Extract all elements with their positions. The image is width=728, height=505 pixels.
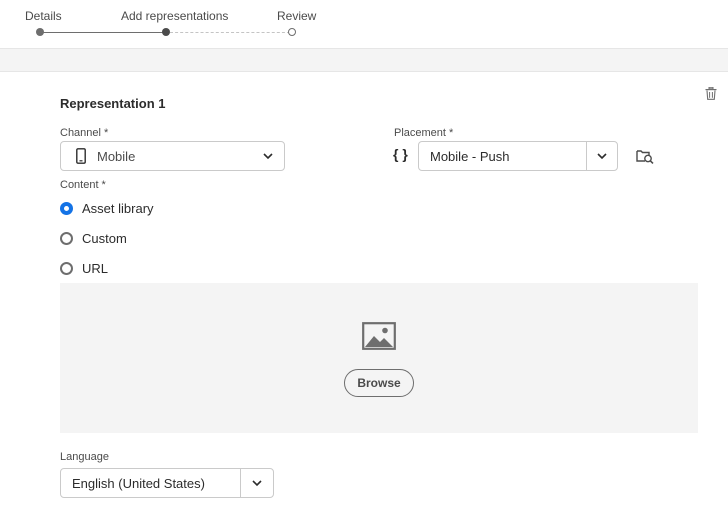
placement-value: Mobile - Push [430,149,510,164]
placement-braces-glyph: { } [393,146,408,162]
radio-label: Asset library [82,200,154,216]
stepper: Details Add representations Review [0,0,728,48]
placement-picker[interactable]: Mobile - Push [418,141,618,171]
folder-search-icon[interactable] [636,148,654,164]
step-details-label[interactable]: Details [25,9,62,23]
language-label: Language [60,451,109,463]
chevron-down-icon[interactable] [252,479,262,487]
chevron-down-icon[interactable] [597,152,607,160]
mobile-phone-icon [76,148,86,164]
step-details-marker [36,28,44,36]
step-remaining-line [170,32,290,33]
asset-dropzone: Browse [60,283,698,433]
placement-picker-divider [586,142,587,170]
radio-url[interactable]: URL [60,259,108,277]
content-label: Content * [60,179,106,191]
representation-title: Representation 1 [60,96,166,111]
placement-required-mark: * [448,127,454,139]
step-add-representations-label[interactable]: Add representations [121,9,228,23]
radio-button-checked[interactable] [60,201,73,215]
image-icon [362,322,396,350]
step-review-marker [288,28,296,36]
channel-required-mark: * [103,127,109,139]
radio-button[interactable] [60,261,73,275]
content-label-text: Content [60,179,99,191]
language-picker[interactable]: English (United States) [60,468,274,498]
content-required-mark: * [101,179,106,191]
channel-label-text: Channel [60,127,101,139]
trash-icon[interactable] [705,87,717,100]
chevron-down-icon [263,153,273,160]
step-review-label[interactable]: Review [277,9,316,23]
browse-button[interactable]: Browse [344,369,414,397]
step-add-representations-marker [162,28,170,36]
channel-value: Mobile [97,149,136,164]
placement-label-text: Placement [394,127,446,139]
placement-label: Placement * [394,127,453,139]
radio-asset-library[interactable]: Asset library [60,199,154,217]
channel-picker[interactable]: Mobile [60,141,285,171]
radio-label: Custom [82,230,127,246]
channel-label: Channel * [60,127,108,139]
language-value: English (United States) [72,476,205,491]
header-band [0,48,728,72]
step-progress-line [40,32,166,33]
radio-button[interactable] [60,231,73,245]
radio-custom[interactable]: Custom [60,229,127,247]
radio-label: URL [82,260,109,276]
language-picker-divider [240,469,241,497]
